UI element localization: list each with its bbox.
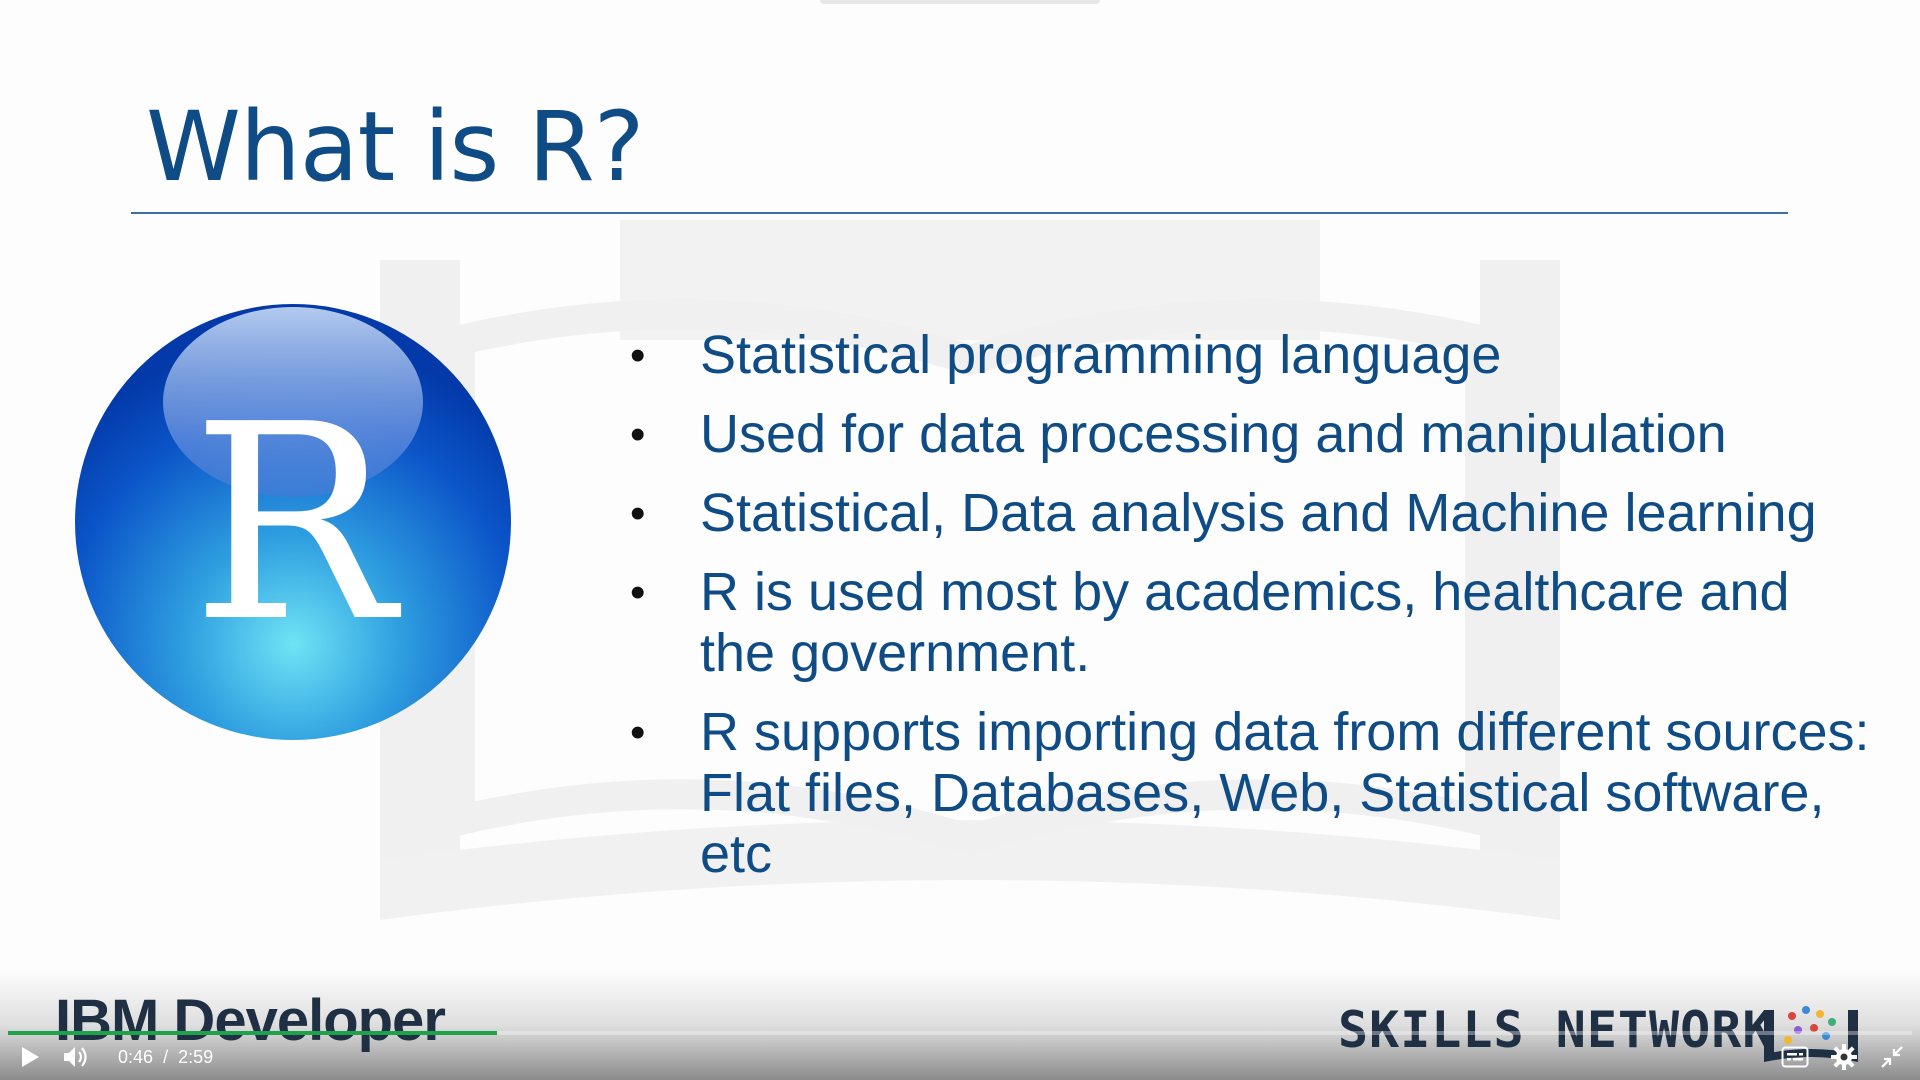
progress-bar[interactable] [8,1031,1912,1035]
progress-played [8,1031,498,1035]
captions-icon [1781,1046,1809,1068]
time-separator: / [163,1047,169,1067]
volume-icon [64,1047,87,1067]
bullet-marker: • [630,410,646,459]
skills-network-brand: SKILLS NETWORK [1338,1001,1774,1059]
play-icon [22,1047,39,1067]
bullet-text: Used for data processing and manipulatio… [700,404,1727,464]
bullet-text: Statistical programming language [700,325,1502,385]
bullet-text: R supports importing data from different… [700,702,1870,884]
play-button[interactable] [16,1044,44,1070]
exit-fullscreen-button[interactable] [1878,1044,1906,1070]
slide-title: What is R? [146,91,645,203]
bullet-marker: • [630,568,646,617]
bullet-item: • Statistical programming language [620,325,1870,386]
bullet-text: Statistical, Data analysis and Machine l… [700,483,1817,543]
top-edge-shadow [820,0,1100,4]
volume-button[interactable] [60,1044,92,1070]
slide: What is R? R • Statistical programming l… [0,0,1920,1080]
ibm-developer-brand: IBM Developer [55,988,446,1053]
bullet-text: R is used most by academics, healthcare … [700,562,1790,683]
bullet-list: • Statistical programming language • Use… [620,325,1870,903]
r-logo: R [75,304,511,740]
time-display: 0:46 / 2:59 [118,1047,213,1067]
exit-fullscreen-icon [1881,1046,1903,1068]
bullet-item: • R is used most by academics, healthcar… [620,562,1870,684]
title-divider [131,212,1788,214]
bullet-marker: • [630,708,646,757]
bullet-marker: • [630,331,646,380]
current-time: 0:46 [118,1047,154,1067]
bullet-item: • Used for data processing and manipulat… [620,404,1870,465]
bullet-item: • R supports importing data from differe… [620,702,1870,885]
duration: 2:59 [178,1047,214,1067]
bullet-item: • Statistical, Data analysis and Machine… [620,483,1870,544]
gear-icon [1831,1044,1857,1070]
captions-button[interactable] [1780,1044,1810,1070]
bullet-marker: • [630,489,646,538]
logo-letter: R [191,366,402,681]
video-player: What is R? R • Statistical programming l… [0,0,1920,1080]
settings-button[interactable] [1830,1043,1858,1071]
